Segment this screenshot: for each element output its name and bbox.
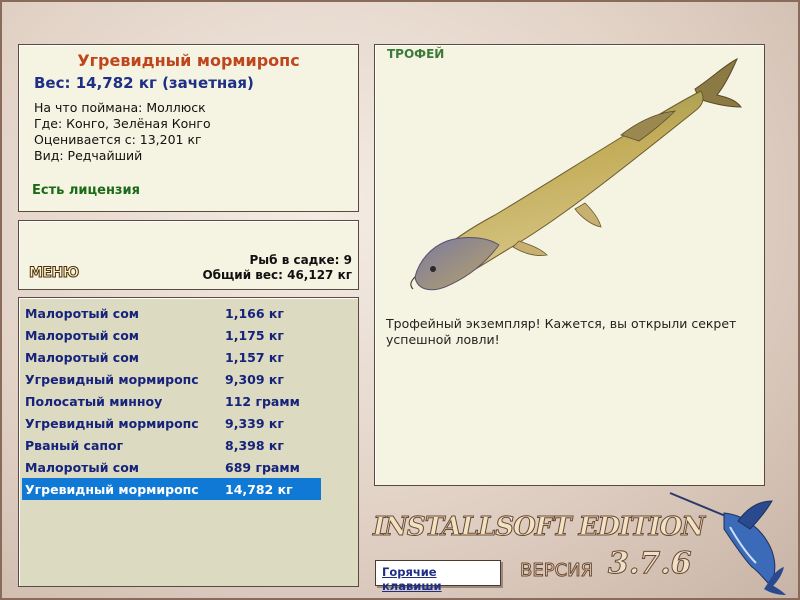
- list-item[interactable]: Малоротый сом 689 грамм: [22, 456, 321, 478]
- trophy-description: Трофейный экземпляр! Кажется, вы открыли…: [386, 316, 737, 347]
- fish-count: Рыб в садке: 9: [249, 253, 353, 267]
- list-item[interactable]: Полосатый минноу 112 грамм: [22, 390, 321, 412]
- license-status: Есть лицензия: [32, 183, 140, 198]
- fish-name-cell: Малоротый сом: [25, 306, 140, 321]
- list-item[interactable]: Угревидный мормиропс 9,339 кг: [22, 412, 321, 434]
- marlin-logo: [669, 492, 786, 595]
- list-item[interactable]: Рваный сапог 8,398 кг: [22, 434, 321, 456]
- fish-name-cell: Угревидный мормиропс: [25, 416, 199, 431]
- catch-list: Малоротый сом 1,166 кг Малоротый сом 1,1…: [18, 297, 359, 587]
- hotkeys-button[interactable]: Горячие клавиши: [375, 560, 501, 593]
- fish-weight-cell: 9,339 кг: [225, 416, 284, 431]
- fish-info-panel: Угревидный мормиропс Вес: 14,782 кг (зач…: [18, 44, 359, 212]
- total-weight: Общий вес: 46,127 кг: [202, 268, 352, 282]
- list-item[interactable]: Угревидный мормиропс 14,782 кг: [22, 478, 321, 500]
- fish-name-cell: Угревидный мормиропс: [25, 482, 199, 497]
- fish-weight-cell: 9,309 кг: [225, 372, 284, 387]
- fish-weight-cell: 1,157 кг: [225, 350, 284, 365]
- fish-weight-cell: 14,782 кг: [225, 482, 293, 497]
- location-line: Где: Конго, Зелёная Конго: [34, 116, 211, 131]
- fish-name-cell: Рваный сапог: [25, 438, 124, 453]
- list-item[interactable]: Малоротый сом 1,157 кг: [22, 346, 321, 368]
- rarity-line: Вид: Редчайший: [34, 148, 143, 163]
- bait-line: На что поймана: Моллюск: [34, 100, 206, 115]
- hotkeys-label: Горячие клавиши: [382, 565, 442, 593]
- keepnet-summary: Рыб в садке: 9 Общий вес: 46,127 кг: [202, 253, 352, 283]
- fish-name-cell: Малоротый сом: [25, 350, 140, 365]
- fish-details: На что поймана: Моллюск Где: Конго, Зелё…: [34, 100, 358, 164]
- list-item[interactable]: Малоротый сом 1,166 кг: [22, 302, 321, 324]
- fish-name-cell: Угревидный мормиропс: [25, 372, 199, 387]
- mormyrops-fish-image: [410, 57, 743, 291]
- fish-name-cell: Малоротый сом: [25, 460, 140, 475]
- fish-weight-cell: 1,175 кг: [225, 328, 284, 343]
- list-item[interactable]: Угревидный мормиропс 9,309 кг: [22, 368, 321, 390]
- fish-weight: Вес: 14,782 кг (зачетная): [34, 74, 254, 92]
- fish-name-cell: Полосатый минноу: [25, 394, 163, 409]
- version-label: ВЕРСИЯ: [519, 560, 594, 582]
- fish-name: Угревидный мормиропс: [77, 51, 300, 70]
- threshold-line: Оценивается с: 13,201 кг: [34, 132, 202, 147]
- menu-panel: МЕНЮ Рыб в садке: 9 Общий вес: 46,127 кг: [18, 220, 359, 290]
- list-item[interactable]: Малоротый сом 1,175 кг: [22, 324, 321, 346]
- fish-weight-cell: 1,166 кг: [225, 306, 284, 321]
- fish-name-cell: Малоротый сом: [25, 328, 140, 343]
- fish-weight-cell: 112 грамм: [225, 394, 300, 409]
- trophy-panel: ТРОФЕЙ Трофейный экземпляр! Кажется, вы …: [374, 44, 765, 486]
- fish-weight-cell: 8,398 кг: [225, 438, 284, 453]
- fish-weight-cell: 689 грамм: [225, 460, 300, 475]
- menu-button[interactable]: МЕНЮ: [29, 265, 80, 282]
- edition-title: INSTALLSOFT EDITION: [372, 512, 705, 543]
